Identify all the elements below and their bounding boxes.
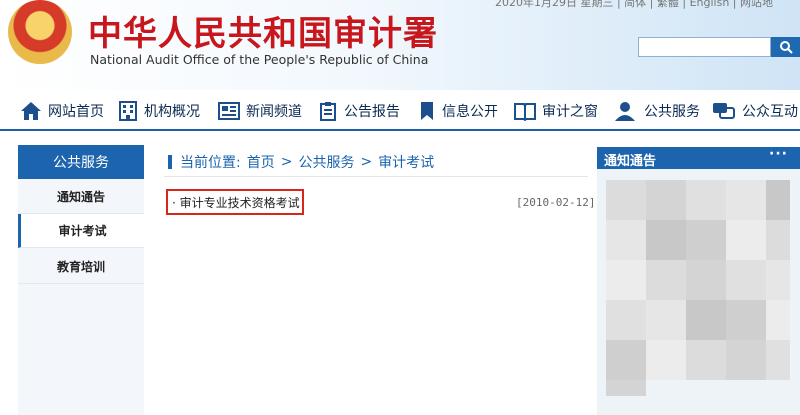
blurred-cell — [606, 260, 646, 300]
nav-item-home[interactable]: 网站首页 — [20, 100, 104, 122]
blurred-cell — [766, 300, 790, 340]
blurred-cell — [606, 340, 646, 380]
building-icon — [119, 101, 137, 121]
breadcrumb-home-link[interactable]: 首页 — [247, 152, 275, 172]
nav-item-label: 审计之窗 — [542, 104, 598, 120]
blurred-cell — [646, 180, 686, 220]
blurred-cell — [646, 300, 686, 340]
top-links[interactable]: 2020年1月29日 星期三 | 简体 | 繁體 | English | 网站地 — [495, 0, 773, 10]
blurred-cell — [766, 180, 790, 220]
user-icon — [615, 102, 635, 121]
sidebar-title: 公共服务 — [18, 145, 144, 179]
book-icon — [514, 103, 536, 121]
nav-item-interaction[interactable]: 公众互动 — [712, 100, 798, 122]
breadcrumb-prefix: 当前位置: — [180, 155, 241, 171]
nav-item-label: 公众互动 — [742, 104, 798, 120]
blurred-cell — [606, 220, 646, 260]
newspaper-icon — [218, 102, 240, 120]
notice-panel: 通知通告 ··· — [597, 146, 800, 415]
breadcrumb-separator: > — [360, 154, 373, 170]
nav-item-label: 信息公开 — [442, 104, 498, 120]
sidebar-item-notices[interactable]: 通知通告 — [18, 179, 144, 214]
blurred-cell — [686, 260, 726, 300]
blurred-cell — [766, 220, 790, 260]
nav-item-label: 机构概况 — [144, 104, 200, 120]
blurred-cell — [606, 180, 646, 220]
nav-item-label: 公告报告 — [344, 104, 400, 120]
nav-item-announcements[interactable]: 公告报告 — [318, 100, 400, 122]
bookmark-icon — [421, 102, 433, 120]
blurred-cell — [646, 340, 686, 380]
breadcrumb: 当前位置: 首页 > 公共服务 > 审计考试 — [168, 152, 440, 172]
nav-item-about[interactable]: 机构概况 — [118, 100, 200, 122]
article-date: [2010-02-12] — [516, 196, 596, 209]
nav-item-label: 网站首页 — [48, 104, 104, 120]
blurred-cell — [726, 260, 766, 300]
breadcrumb-marker — [168, 155, 172, 169]
nav-item-news[interactable]: 新闻频道 — [218, 100, 302, 122]
breadcrumb-divider — [164, 176, 588, 177]
site-subtitle: National Audit Office of the People's Re… — [90, 52, 429, 67]
nav-item-disclosure[interactable]: 信息公开 — [418, 100, 498, 122]
blurred-cell — [606, 300, 646, 340]
sidebar-item-training[interactable]: 教育培训 — [18, 249, 144, 284]
national-emblem-logo — [8, 0, 72, 64]
sidebar: 公共服务 通知通告 审计考试 教育培训 — [18, 145, 144, 415]
search-button[interactable] — [771, 37, 800, 57]
blurred-cell — [606, 380, 646, 396]
site-header: 中华人民共和国审计署 National Audit Office of the … — [0, 0, 800, 90]
breadcrumb-public-service-link[interactable]: 公共服务 — [298, 152, 354, 172]
nav-item-label: 公共服务 — [644, 104, 700, 120]
nav-item-public-service[interactable]: 公共服务 — [614, 100, 700, 122]
sidebar-item-audit-exam[interactable]: 审计考试 — [18, 214, 144, 248]
sidebar-list: 通知通告 审计考试 教育培训 — [18, 179, 144, 415]
blurred-cell — [766, 340, 790, 380]
blurred-cell — [766, 260, 790, 300]
search-input[interactable] — [638, 37, 771, 57]
blurred-cell — [686, 220, 726, 260]
breadcrumb-current: 审计考试 — [378, 155, 435, 171]
clipboard-icon — [320, 102, 336, 121]
blurred-cell — [686, 300, 726, 340]
blurred-cell — [726, 340, 766, 380]
nav-item-label: 新闻频道 — [246, 104, 302, 120]
more-link[interactable]: ··· — [769, 146, 788, 162]
blurred-notice-list — [606, 180, 790, 400]
blurred-cell — [726, 180, 766, 220]
blurred-cell — [726, 220, 766, 260]
notice-panel-header: 通知通告 ··· — [597, 146, 800, 169]
blurred-cell — [646, 220, 686, 260]
notice-panel-title: 通知通告 — [604, 154, 657, 169]
blurred-cell — [686, 340, 726, 380]
blurred-cell — [726, 300, 766, 340]
main-nav: 网站首页 机构概况 新闻频道 公告报告 信息公开 审计之窗 公共服务 公众互动 — [0, 91, 800, 131]
article-link[interactable]: · 审计专业技术资格考试 — [166, 189, 304, 215]
home-icon — [21, 102, 41, 120]
chat-icon — [713, 103, 735, 119]
search-icon — [780, 41, 793, 54]
breadcrumb-separator: > — [280, 154, 293, 170]
notice-panel-body — [597, 169, 800, 415]
nav-item-audit-window[interactable]: 审计之窗 — [514, 100, 598, 122]
site-title: 中华人民共和国审计署 — [88, 14, 438, 54]
blurred-cell — [646, 260, 686, 300]
blurred-cell — [686, 180, 726, 220]
